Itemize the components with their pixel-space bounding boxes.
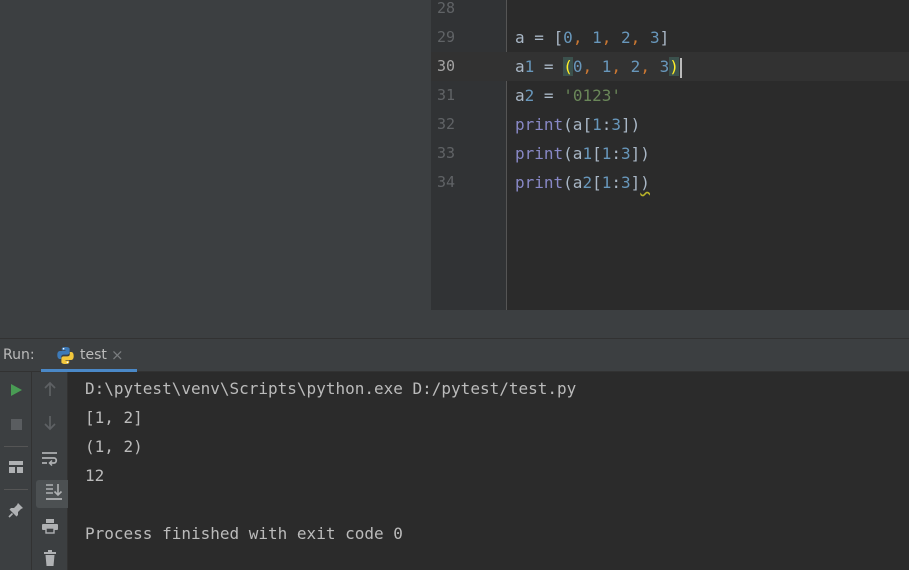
toolbar-separator [4,446,28,447]
run-tab-label: test [80,347,107,363]
console-line: D:\pytest\venv\Scripts\python.exe D:/pyt… [85,379,577,398]
toolbar-separator [4,489,28,490]
editor-line[interactable]: 28 [431,0,909,23]
editor-line-current[interactable]: 30 a1 = (0, 1, 2, 3) [431,52,909,81]
soft-wrap-icon [41,450,59,470]
run-icon [9,382,23,401]
run-toolbar-primary [0,372,32,570]
python-icon [56,346,75,365]
layout-button[interactable] [0,454,32,482]
line-number: 32 [437,115,456,133]
code-line[interactable]: a1 = (0, 1, 2, 3) [515,52,682,81]
code-line[interactable]: print(a[1:3]) [515,110,640,139]
down-arrow-icon [43,415,57,435]
line-number: 31 [437,86,456,104]
code-line[interactable]: print(a2[1:3]) [515,168,650,197]
line-number: 30 [437,57,456,75]
editor-line[interactable]: 31 a2 = '0123' [431,81,909,110]
pin-icon [8,502,24,522]
scroll-to-end-icon [45,483,63,505]
line-number: 33 [437,144,456,162]
clear-all-button[interactable] [32,546,67,570]
scroll-to-end-button[interactable] [36,480,71,508]
console-line: [1, 2] [85,408,143,427]
code-line[interactable]: a = [0, 1, 2, 3] [515,23,669,52]
line-number: 29 [437,28,456,46]
soft-wrap-button[interactable] [32,446,67,474]
layout-icon [8,459,24,478]
project-pane [0,0,431,338]
editor-line[interactable]: 29 a = [0, 1, 2, 3] [431,23,909,52]
up-button[interactable] [32,377,67,405]
up-arrow-icon [43,381,57,401]
text-caret [679,57,682,78]
run-label: Run: [3,347,35,363]
console-line: 12 [85,466,105,485]
code-editor[interactable]: 28 29 a = [0, 1, 2, 3] 30 a1 = (0, 1, 2,… [431,0,909,338]
console-line: (1, 2) [85,437,143,456]
run-toolbar-secondary [32,372,71,570]
trash-icon [43,550,57,570]
code-line[interactable]: print(a1[1:3]) [515,139,650,168]
editor-line[interactable]: 33 print(a1[1:3]) [431,139,909,168]
run-toolwindow-header: Run: test × [0,338,909,373]
console-output[interactable]: D:\pytest\venv\Scripts\python.exe D:/pyt… [68,372,909,570]
run-tab-test[interactable]: test × [41,339,137,373]
editor-line[interactable]: 32 print(a[1:3]) [431,110,909,139]
stop-icon [10,416,23,435]
print-icon [41,518,59,538]
code-line[interactable]: a2 = '0123' [515,81,621,110]
rerun-button[interactable] [0,377,32,405]
editor-line[interactable]: 34 print(a2[1:3]) [431,168,909,197]
stop-button[interactable] [0,411,32,439]
pin-tab-button[interactable] [0,498,32,526]
editor-horizontal-scrollbar[interactable] [431,310,909,338]
close-icon[interactable]: × [111,339,124,372]
line-number: 28 [437,0,456,17]
down-button[interactable] [32,411,67,439]
print-button[interactable] [32,514,67,542]
line-number: 34 [437,173,456,191]
console-line: Process finished with exit code 0 [85,524,403,543]
